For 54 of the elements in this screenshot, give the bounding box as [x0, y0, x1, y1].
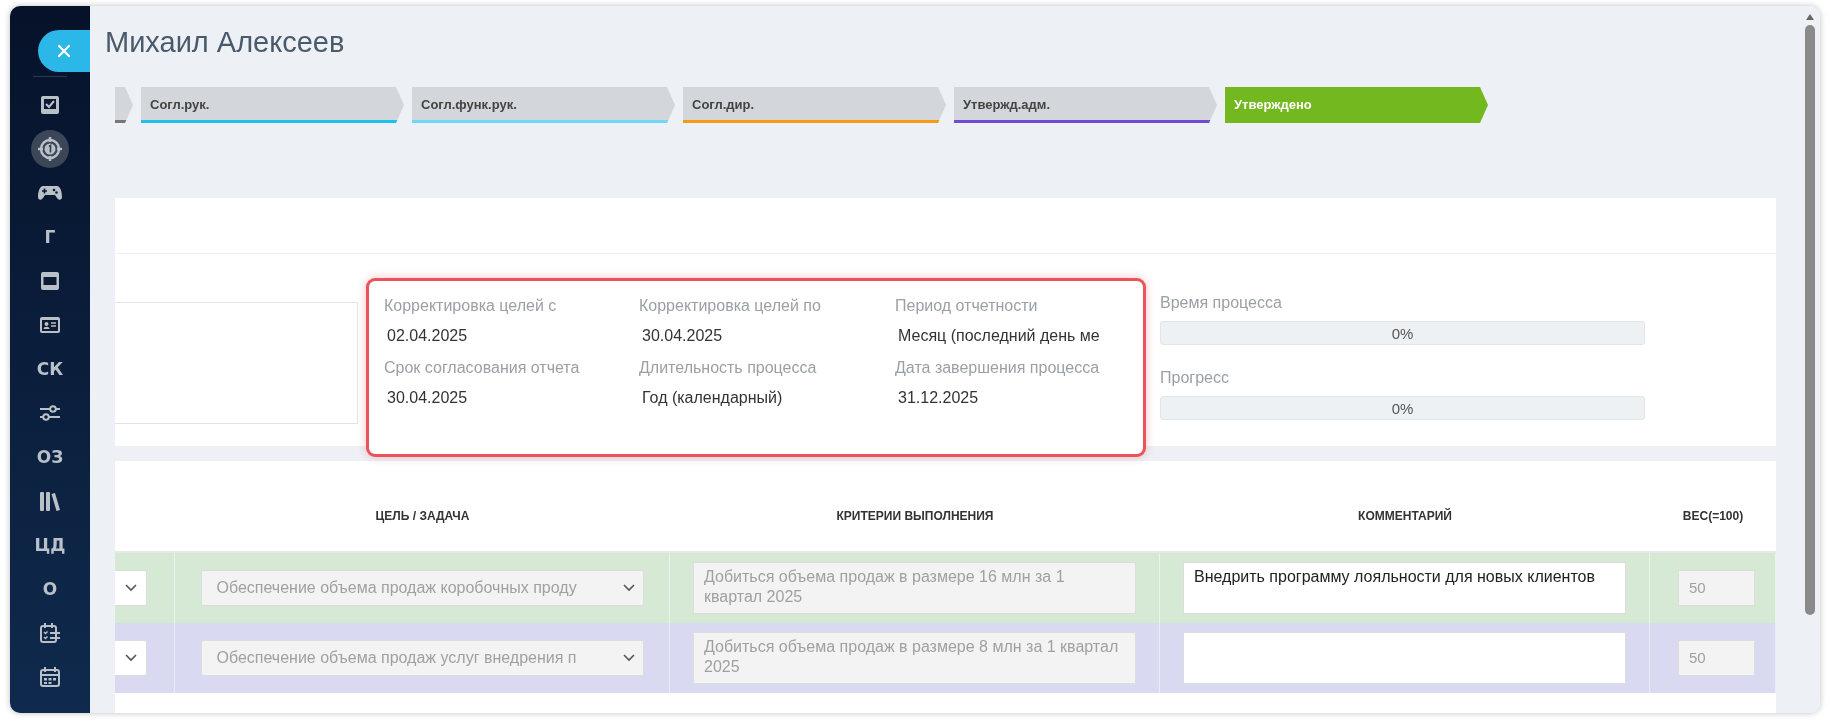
field-value: 30.04.2025 [386, 389, 469, 407]
close-button[interactable] [38, 30, 90, 72]
window-icon [41, 272, 59, 290]
checkbox-icon [40, 95, 60, 115]
progress-reading: 0% [1390, 325, 1415, 342]
select-field[interactable] [115, 570, 147, 606]
column-header: КОММЕНТАРИЙ [1357, 509, 1453, 523]
books-icon [40, 491, 60, 511]
status-step: Согл.дир. [683, 87, 946, 123]
comment-field[interactable]: Внедрить программу лояльности для новых клиентов [1183, 562, 1626, 614]
nav-item[interactable]: СК [31, 350, 69, 388]
field-label: Корректировка целей с [384, 297, 558, 315]
chevron-icon [622, 584, 635, 592]
comment-field[interactable] [1183, 632, 1626, 684]
nav-item[interactable]: Г [31, 218, 69, 256]
nav-item[interactable]: О [31, 570, 69, 608]
field-label: Срок согласования отчета [384, 359, 581, 377]
gamepad-icon [38, 185, 62, 201]
chevron-icon [622, 654, 635, 662]
nav-item[interactable]: ЦД [31, 526, 69, 564]
nav-item[interactable]: ОЗ [31, 438, 69, 476]
checklist-icon [40, 623, 60, 643]
id-card-icon [40, 316, 60, 334]
nav-item[interactable] [31, 130, 69, 168]
select-field[interactable] [115, 640, 147, 676]
column-header: ЦЕЛЬ / ЗАДАЧА [374, 509, 471, 523]
sliders-icon [40, 405, 60, 421]
field-value: Год (календарный) [641, 389, 784, 407]
field-label: Корректировка целей по [639, 297, 822, 315]
status-step: Согл.функ.рук. [412, 87, 675, 123]
status-step: Согл.рук. [141, 87, 404, 123]
field-value: 30.04.2025 [641, 327, 724, 345]
close-icon [57, 44, 71, 58]
scrollbar-thumb[interactable] [1805, 25, 1815, 615]
field-label: Период отчетности [895, 297, 1039, 315]
page-title: Михаил Алексеев [105, 25, 346, 60]
progress-reading: 0% [1390, 400, 1415, 417]
calendar-icon [40, 667, 60, 687]
column-header: ВЕС(=100) [1681, 509, 1745, 523]
step-stub [115, 87, 133, 123]
field-value: 02.04.2025 [386, 327, 469, 345]
progress-label: Время процесса [1160, 294, 1283, 312]
column-header: КРИТЕРИИ ВЫПОЛНЕНИЯ [835, 509, 995, 523]
field-label: Дата завершения процесса [895, 359, 1101, 377]
status-step: Утвержд.адм. [954, 87, 1217, 123]
status-step: Утверждено [1225, 87, 1488, 123]
scroll-up-icon[interactable] [1806, 14, 1814, 20]
chevron-icon [124, 584, 137, 592]
field-label: Длительность процесса [639, 359, 818, 377]
chevron-icon [124, 654, 137, 662]
target-icon [37, 136, 63, 162]
field-value: 31.12.2025 [897, 389, 980, 407]
progress-label: Прогресс [1160, 369, 1230, 387]
field-value: Месяц (последний день ме [897, 327, 1101, 345]
